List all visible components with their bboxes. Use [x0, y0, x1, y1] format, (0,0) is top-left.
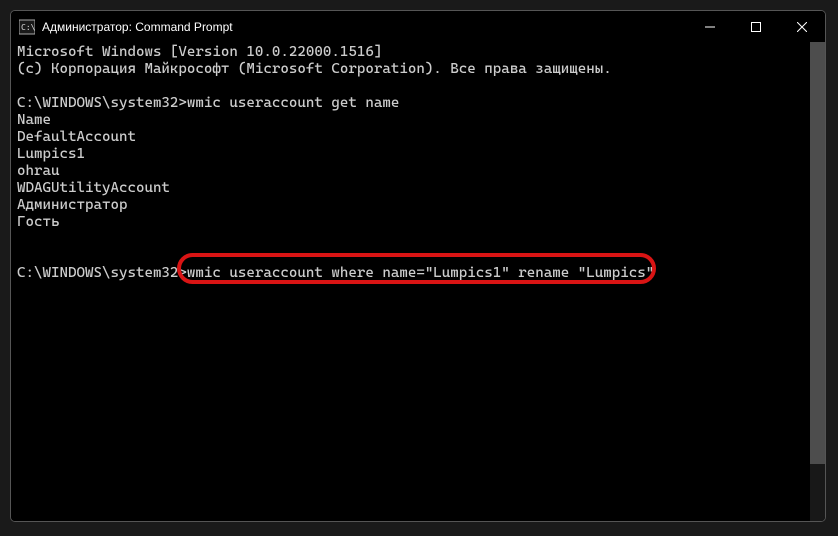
output-line: C:\WINDOWS\system32>wmic useraccount get…	[17, 95, 819, 112]
output-line	[17, 78, 819, 95]
output-line: (c) Корпорация Майкрософт (Microsoft Cor…	[17, 61, 819, 78]
command-prompt-window: C:\ Администратор: Command Prompt Micros…	[10, 10, 826, 522]
output-line: ohrau	[17, 163, 819, 180]
window-title: Администратор: Command Prompt	[42, 20, 687, 34]
output-line: DefaultAccount	[17, 129, 819, 146]
output-line: Name	[17, 112, 819, 129]
terminal-output[interactable]: Microsoft Windows [Version 10.0.22000.15…	[11, 42, 825, 521]
output-line: WDAGUtilityAccount	[17, 180, 819, 197]
output-line	[17, 248, 819, 265]
prompt-line: C:\WINDOWS\system32>wmic useraccount whe…	[17, 265, 819, 282]
svg-text:C:\: C:\	[21, 23, 35, 32]
output-line: Microsoft Windows [Version 10.0.22000.15…	[17, 44, 819, 61]
maximize-button[interactable]	[733, 11, 779, 42]
titlebar[interactable]: C:\ Администратор: Command Prompt	[11, 11, 825, 42]
scrollbar[interactable]	[810, 42, 825, 521]
output-line: Администратор	[17, 197, 819, 214]
output-line: Гость	[17, 214, 819, 231]
scrollbar-thumb[interactable]	[810, 42, 825, 464]
minimize-button[interactable]	[687, 11, 733, 42]
output-line: Lumpics1	[17, 146, 819, 163]
close-button[interactable]	[779, 11, 825, 42]
output-line	[17, 231, 819, 248]
window-controls	[687, 11, 825, 42]
cmd-icon: C:\	[19, 19, 35, 35]
